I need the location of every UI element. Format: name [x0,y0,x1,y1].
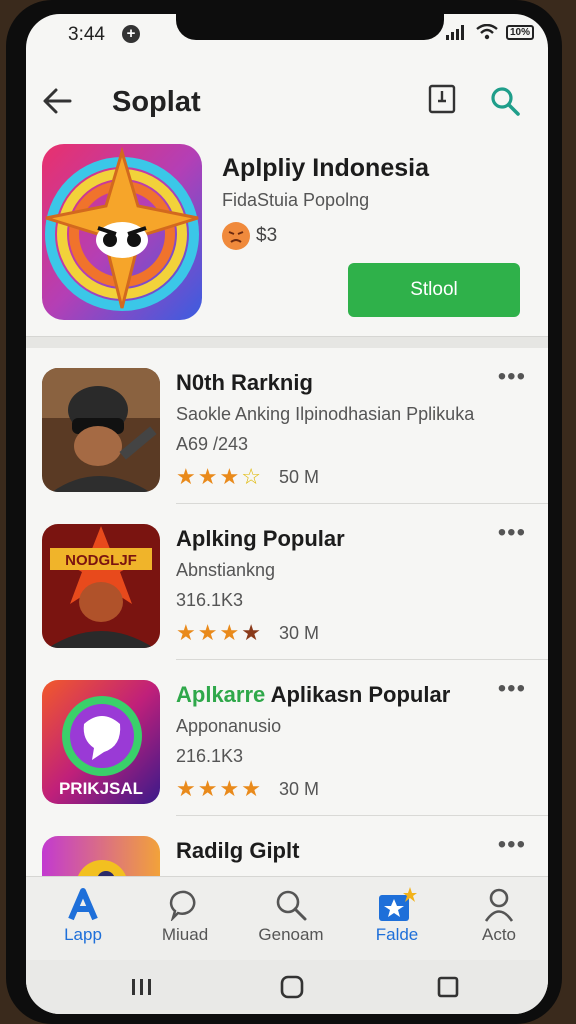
app-name-rest: Aplikasn Popular [265,682,451,707]
status-icons: 10% [445,24,534,40]
app-size: 30 M [278,622,319,643]
star-full-icon: ★ [176,776,196,801]
app-downloads: A69 /243 [176,434,249,454]
back-button[interactable] [428,970,468,1004]
bottom-navigation: Lapp Miuad Genoam Falde Acto [26,876,548,960]
top-app-bar: Soplat [26,74,548,130]
square-icon [437,976,459,998]
wifi-icon [476,24,498,40]
app-icon-bubble: PRIKJSAL [42,680,160,804]
nav-item-account[interactable]: Acto [454,885,544,945]
list-item[interactable]: PRIKJSAL Aplkarre Aplikasn Popular Appon… [26,660,548,816]
nav-label: Falde [375,925,419,944]
app-subtitle: Abnstiankng [176,560,276,580]
app-size: 30 M [278,778,319,799]
bookmark-icon[interactable] [428,84,456,114]
star-full-icon: ★ [241,776,261,801]
back-arrow-icon[interactable] [40,84,74,118]
recents-icon [132,979,151,995]
star-full-icon: ★ [197,776,218,801]
install-button[interactable]: Stlool [348,263,520,317]
app-name: Radilg Giplt [176,838,300,863]
app-icon-partial [42,836,160,876]
app-icon-soldier [42,368,160,492]
more-options-icon[interactable]: ••• [498,833,526,857]
featured-app-rating-value: $3 [256,225,278,246]
apps-icon [68,888,98,921]
screen: 3:44 + 10% Soplat Aplpliy Indonesia Fida… [26,14,548,1014]
battery-icon: 10% [505,24,534,40]
star-full-icon: ★ [219,620,240,645]
featured-app-rating: $3 [222,222,277,250]
nav-item-chat[interactable]: Miuad [140,885,230,945]
featured-app-developer: FidaStuia Popolng [222,190,370,210]
star-full-icon: ★ [176,620,196,645]
signal-icon [445,25,464,40]
more-options-icon[interactable]: ••• [498,677,526,701]
list-item[interactable]: NODGLJF Aplking Popular Abnstiankng 316.… [26,504,548,660]
nav-item-apps[interactable]: Lapp [38,885,128,945]
nav-item-search[interactable]: Genoam [246,885,336,945]
app-size: 50 M [278,466,319,487]
app-rating: ★ ★ ★ ★ 30 M [176,778,319,800]
app-rating: ★ ★ ★ ★ 30 M [176,622,319,644]
app-subtitle: Apponanusio [176,716,282,736]
star-full-icon: ★ [176,464,196,489]
featured-app-icon [42,144,202,320]
app-icon-warrior: NODGLJF [42,524,160,648]
status-bar: 3:44 + 10% [26,14,548,54]
star-full-icon: ★ [197,620,218,645]
star-full-icon: ★ [197,464,218,489]
list-item[interactable]: N0th Rarknig Saokle Anking Ilpinodhasian… [26,348,548,504]
app-subtitle: Saokle Anking Ilpinodhasian Pplikuka [176,404,475,424]
section-divider [26,336,548,348]
app-icon-badge-text: NODGLJF [65,552,137,569]
search-icon[interactable] [488,84,522,118]
app-downloads: 216.1K3 [176,746,244,766]
nav-item-favorites[interactable]: Falde [352,885,442,945]
recents-button[interactable] [122,970,162,1004]
star-badge-icon [379,887,417,921]
app-rating: ★ ★ ★ ☆ 50 M [176,466,319,488]
app-icon-label: PRIKJSAL [59,779,143,798]
nav-label: Lapp [64,925,102,944]
home-icon [280,975,304,999]
system-navigation-bar [26,960,548,1014]
phone-frame: 3:44 + 10% Soplat Aplpliy Indonesia Fida… [6,0,562,1024]
nav-label: Acto [481,925,517,944]
app-name: N0th Rarknig [176,370,313,395]
more-options-icon[interactable]: ••• [498,521,526,545]
star-empty-icon: ☆ [241,464,261,489]
search-icon [276,890,307,921]
app-name: Aplkarre Aplikasn Popular [176,682,450,708]
list-item[interactable]: Radilg Giplt ••• [26,816,548,876]
featured-app-name: Aplpliy Indonesia [222,154,429,182]
nav-label: Miuad [161,925,209,944]
chat-icon [169,890,196,921]
app-downloads: 316.1K3 [176,590,244,610]
star-full-icon: ★ [219,776,240,801]
app-name-prefix: Aplkarre [176,682,266,707]
page-title: Soplat [112,86,201,118]
star-half-icon: ★ [219,464,240,489]
person-icon [484,888,514,922]
angry-face-icon [222,222,250,250]
status-time: 3:44 [68,24,105,45]
home-button[interactable] [272,970,312,1004]
app-name: Aplking Popular [176,526,345,551]
star-dark-icon: ★ [241,620,261,645]
status-plus-icon: + [122,25,140,43]
nav-label: Genoam [258,925,324,944]
more-options-icon[interactable]: ••• [498,365,526,389]
featured-app[interactable]: Aplpliy Indonesia FidaStuia Popolng $3 S… [26,140,548,340]
